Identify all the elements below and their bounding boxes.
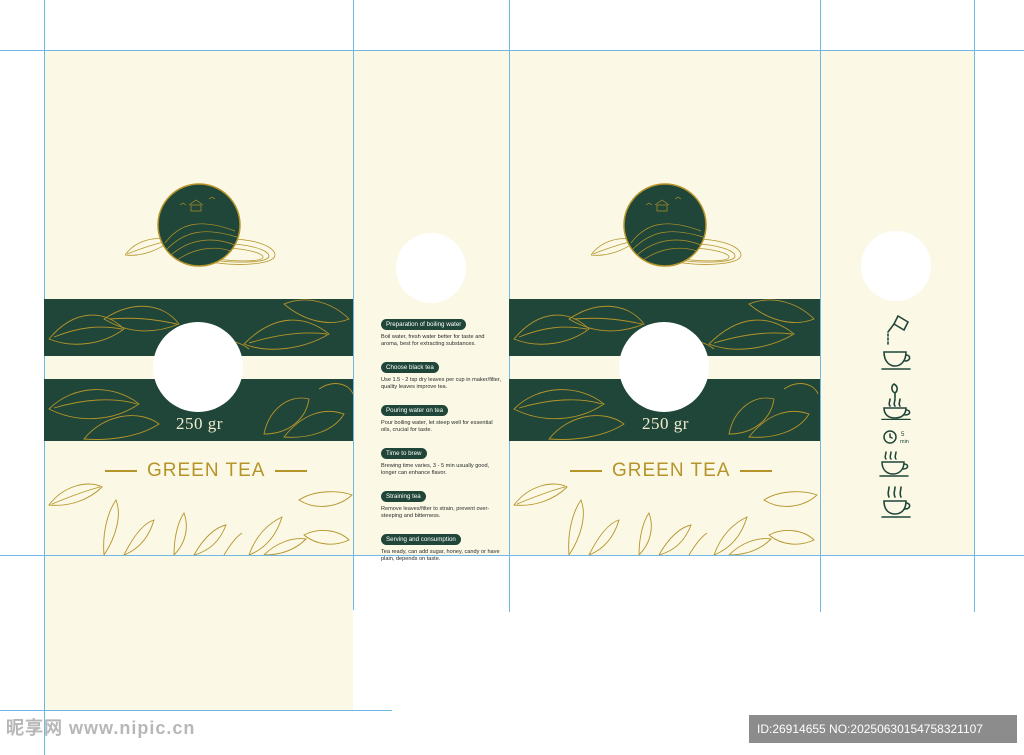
step-text: Brewing time varies, 3 - 5 min usually g… — [381, 462, 490, 476]
emblem-circle — [623, 183, 707, 267]
timer-unit: min — [900, 439, 909, 445]
landscape-emblem-right — [591, 183, 742, 267]
timer-cup-icon: 5 min — [879, 430, 909, 477]
step-text: Use 1.5 - 2 tsp dry leaves per cup in ma… — [381, 376, 502, 390]
site-watermark: 昵享网 www.nipic.cn — [6, 718, 196, 738]
step-text: Pour boiling water, let steep well for e… — [381, 419, 493, 433]
kettle-pour-icon — [881, 314, 911, 370]
guide-line — [820, 0, 821, 612]
brewing-step: Pouring water on tea Pour boiling water,… — [381, 399, 503, 434]
brewing-step: Choose black tea Use 1.5 - 2 tsp dry lea… — [381, 356, 503, 391]
weight-label-right: 250 gr — [642, 414, 689, 433]
step-text: Boil water, fresh water better for taste… — [381, 334, 485, 347]
hang-hole-right — [861, 231, 931, 301]
tea-leaves-illustration-left — [48, 483, 353, 555]
step-label: Serving and consumption — [381, 533, 461, 545]
guide-line — [0, 555, 1024, 556]
timer-value: 5 — [901, 432, 905, 438]
landscape-emblem-left — [125, 183, 276, 267]
emblem-circle — [157, 183, 241, 267]
brewing-step: Straining tea Remove leaves/filter to st… — [381, 485, 503, 520]
bottom-flap-left — [44, 555, 353, 710]
hang-hole-center — [396, 233, 466, 303]
step-label: Choose black tea — [381, 361, 439, 373]
title-rule — [570, 470, 602, 472]
brewing-step: Serving and consumption Tea ready, can a… — [381, 528, 503, 563]
guide-line — [974, 0, 975, 612]
step-label: Time to brew — [381, 447, 427, 459]
step-label: Preparation of boiling water — [381, 319, 467, 330]
step-text: Tea ready, can add sugar, honey, candy o… — [381, 548, 500, 562]
title-rule — [740, 470, 773, 472]
tea-leaves-illustration-right — [513, 483, 818, 555]
step-label: Straining tea — [381, 490, 426, 502]
steaming-cup-icon — [881, 486, 911, 518]
guide-line — [44, 0, 45, 755]
brewing-step: Time to brew Brewing time varies, 3 - 5 … — [381, 442, 503, 477]
weight-label-left: 250 gr — [176, 414, 223, 433]
guide-line — [0, 50, 1024, 51]
title-rule — [105, 470, 137, 472]
side-panel-icons — [820, 50, 974, 555]
brewing-step: Preparation of boiling water Boil water,… — [381, 313, 503, 348]
tea-leaves-cup-icon — [881, 383, 911, 420]
guide-line — [0, 710, 392, 711]
step-text: Remove leaves/filter to strain, prevent … — [381, 505, 490, 519]
title-rule — [275, 470, 308, 472]
id-watermark: ID:26914655 NO:20250630154758321107 — [749, 715, 1017, 743]
guide-line — [353, 0, 354, 610]
step-label: Pouring water on tea — [381, 404, 449, 416]
window-cutout-right — [619, 322, 709, 412]
brewing-instructions: Preparation of boiling water Boil water,… — [381, 313, 503, 571]
window-cutout-left — [153, 322, 243, 412]
